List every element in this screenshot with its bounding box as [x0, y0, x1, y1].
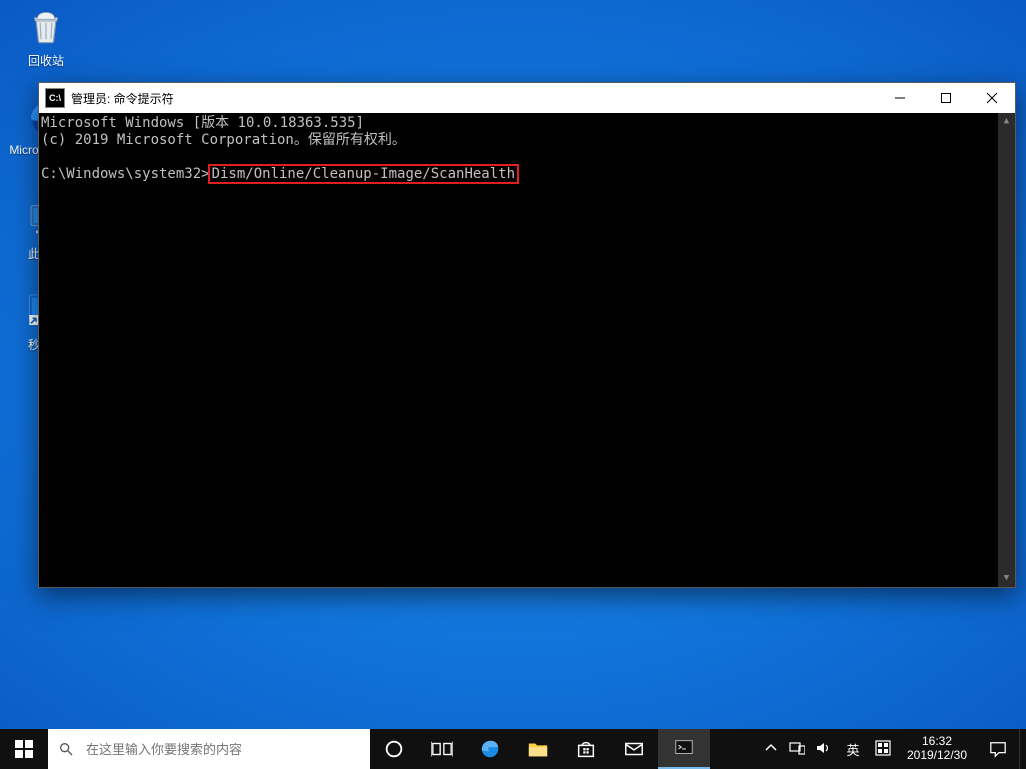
console-client-area[interactable]: Microsoft Windows [版本 10.0.18363.535] (c…	[39, 113, 1015, 587]
task-view-button[interactable]	[418, 729, 466, 769]
maximize-button[interactable]	[923, 83, 969, 113]
scroll-up-button[interactable]: ▲	[998, 113, 1015, 130]
ime-language-indicator[interactable]: 英	[841, 740, 865, 759]
search-input[interactable]	[84, 741, 348, 758]
store-icon	[575, 738, 597, 760]
edge-icon	[479, 738, 501, 760]
task-view-icon	[431, 738, 453, 760]
start-button[interactable]	[0, 729, 48, 769]
volume-icon[interactable]	[815, 740, 831, 759]
cortana-button[interactable]	[370, 729, 418, 769]
vertical-scrollbar[interactable]: ▲ ▼	[998, 113, 1015, 587]
window-controls	[877, 83, 1015, 113]
clock-date: 2019/12/30	[907, 749, 967, 763]
command-prompt-app-icon: C:\	[45, 88, 65, 108]
mail-icon	[623, 738, 645, 760]
taskbar: 英 16:32 2019/12/30	[0, 729, 1026, 769]
console-prompt: C:\Windows\system32>	[41, 166, 210, 182]
command-prompt-window[interactable]: C:\ 管理员: 命令提示符 Microsoft Windows [版本 10.…	[38, 82, 1016, 588]
console-line: (c) 2019 Microsoft Corporation。保留所有权利。	[41, 132, 406, 148]
recycle-bin-icon	[24, 4, 68, 48]
window-title: 管理员: 命令提示符	[71, 90, 877, 107]
notification-icon	[989, 740, 1007, 758]
close-button[interactable]	[969, 83, 1015, 113]
tray-chevron-up-icon[interactable]	[763, 740, 779, 759]
highlighted-command: Dism/Online/Cleanup-Image/ScanHealth	[210, 166, 517, 182]
desktop-icon-label: 回收站	[28, 52, 64, 69]
windows-logo-icon	[15, 740, 33, 758]
show-desktop-button[interactable]	[1019, 729, 1026, 769]
command-prompt-icon	[673, 737, 695, 759]
minimize-button[interactable]	[877, 83, 923, 113]
taskbar-pinned-file-explorer[interactable]	[514, 729, 562, 769]
taskbar-search-box[interactable]	[48, 729, 370, 769]
system-tray: 英	[757, 729, 897, 769]
taskbar-pinned-mail[interactable]	[610, 729, 658, 769]
desktop-icon-recycle-bin[interactable]: 回收站	[8, 4, 84, 69]
taskbar-running-command-prompt[interactable]	[658, 729, 710, 769]
taskbar-pinned-edge[interactable]	[466, 729, 514, 769]
clock-time: 16:32	[922, 735, 952, 749]
taskbar-pinned-store[interactable]	[562, 729, 610, 769]
taskbar-spacer	[710, 729, 757, 769]
search-icon	[58, 741, 74, 757]
network-icon[interactable]	[789, 740, 805, 759]
action-center-button[interactable]	[977, 729, 1019, 769]
taskbar-clock[interactable]: 16:32 2019/12/30	[897, 729, 977, 769]
scroll-down-button[interactable]: ▼	[998, 570, 1015, 587]
ime-mode-icon[interactable]	[875, 740, 891, 759]
folder-icon	[527, 738, 549, 760]
desktop: 回收站 Microsoft Edge 此电脑	[0, 0, 1026, 769]
console-text-output[interactable]: Microsoft Windows [版本 10.0.18363.535] (c…	[41, 115, 997, 587]
cortana-icon	[383, 738, 405, 760]
console-line: Microsoft Windows [版本 10.0.18363.535]	[41, 115, 364, 131]
window-titlebar[interactable]: C:\ 管理员: 命令提示符	[39, 83, 1015, 113]
